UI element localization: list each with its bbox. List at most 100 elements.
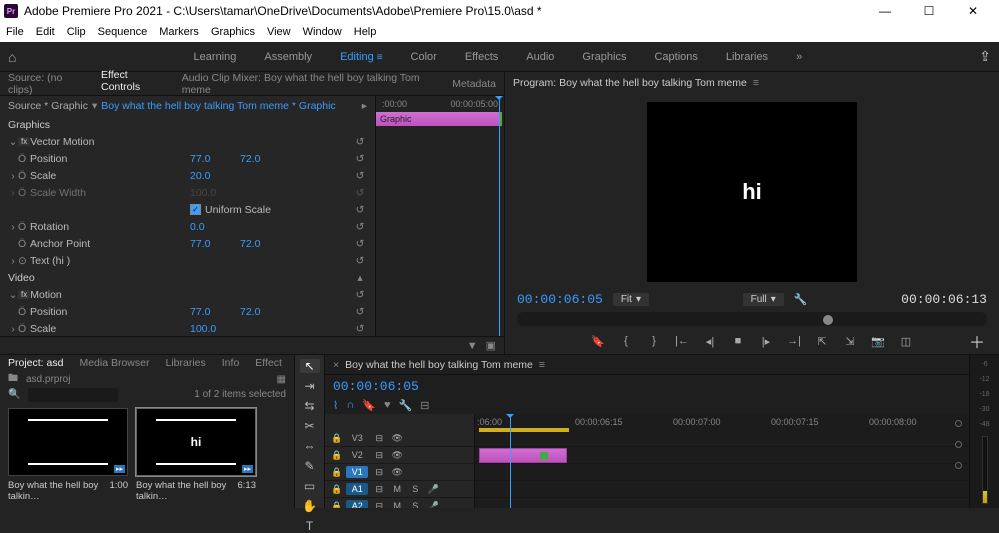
ws-editing[interactable]: Editing≡: [340, 51, 382, 63]
menu-markers[interactable]: Markers: [159, 26, 199, 38]
menu-edit[interactable]: Edit: [36, 26, 55, 38]
filter-icon[interactable]: ▼: [467, 340, 478, 352]
tab-audio-mixer[interactable]: Audio Clip Mixer: Boy what the hell boy …: [182, 72, 436, 96]
toggle-text[interactable]: ›: [8, 255, 18, 267]
target-v2[interactable]: ⊟: [372, 450, 386, 461]
toggle-vector-motion[interactable]: ⌄: [8, 136, 18, 148]
tab-source[interactable]: Source: (no clips): [8, 72, 85, 96]
menu-view[interactable]: View: [267, 26, 291, 38]
storyboard-icon[interactable]: ▦: [277, 374, 286, 385]
source-link[interactable]: Boy what the hell boy talking Tom meme *…: [101, 100, 335, 112]
scrubber-thumb[interactable]: [823, 315, 833, 325]
program-tab-menu[interactable]: ≡: [753, 77, 759, 89]
hand-tool[interactable]: ✋: [300, 499, 320, 513]
timeline-tracks[interactable]: :06:00 00:00:06:15 00:00:07:00 00:00:07:…: [475, 414, 969, 508]
track-a1[interactable]: A1: [346, 483, 368, 495]
export-icon[interactable]: ⇪: [979, 48, 991, 65]
reset-icon[interactable]: ↺: [353, 221, 367, 233]
step-fwd-icon[interactable]: |▸: [757, 335, 775, 348]
wrench-tl-icon[interactable]: 🔧: [399, 399, 413, 412]
tab-libraries[interactable]: Libraries: [165, 357, 205, 369]
lock-v1[interactable]: 🔒: [331, 467, 342, 478]
m-position-x[interactable]: 77.0: [190, 306, 240, 318]
maximize-button[interactable]: ☐: [907, 0, 951, 22]
button-editor-icon[interactable]: ＋: [969, 329, 985, 353]
voice-a2[interactable]: 🎤: [426, 501, 440, 509]
add-marker-icon[interactable]: 🔖: [589, 335, 607, 348]
position-y[interactable]: 72.0: [240, 153, 290, 165]
menu-help[interactable]: Help: [354, 26, 377, 38]
reset-icon[interactable]: ↺: [353, 238, 367, 250]
position-x[interactable]: 77.0: [190, 153, 240, 165]
menu-file[interactable]: File: [6, 26, 24, 38]
lift-icon[interactable]: ⇱: [813, 335, 831, 348]
slip-tool[interactable]: ⇔: [300, 439, 320, 453]
mark-in-icon[interactable]: {: [617, 335, 635, 347]
menu-clip[interactable]: Clip: [67, 26, 86, 38]
close-button[interactable]: ✕: [951, 0, 995, 22]
playhead-sync-icon[interactable]: ▸: [362, 100, 367, 112]
reset-icon[interactable]: ↺: [353, 170, 367, 182]
selection-tool[interactable]: ↖: [300, 359, 320, 373]
timeline-tab[interactable]: Boy what the hell boy talking Tom meme: [345, 359, 533, 371]
fit-select[interactable]: Fit ▾: [613, 293, 649, 306]
bin-icon[interactable]: 🖿: [8, 371, 18, 388]
eff-graphic-clip[interactable]: Graphic: [376, 112, 502, 126]
track-output-v[interactable]: [955, 420, 962, 427]
ws-assembly[interactable]: Assembly: [264, 51, 312, 63]
track-v3[interactable]: V3: [346, 432, 368, 444]
timeline-timecode[interactable]: 00:00:06:05: [333, 379, 419, 394]
menu-graphics[interactable]: Graphics: [211, 26, 255, 38]
minimize-button[interactable]: —: [863, 0, 907, 22]
search-input[interactable]: [28, 388, 118, 402]
track-select-tool[interactable]: ⇥: [300, 379, 320, 393]
anchor-x[interactable]: 77.0: [190, 238, 240, 250]
eff-playhead[interactable]: [499, 96, 500, 336]
track-v2[interactable]: V2: [346, 449, 368, 461]
ws-graphics[interactable]: Graphics: [582, 51, 626, 63]
tab-effects-panel[interactable]: Effect: [255, 357, 282, 369]
eye-v2[interactable]: 👁: [390, 450, 404, 461]
target-a1[interactable]: ⊟: [372, 484, 386, 495]
timeline-tab-menu[interactable]: ≡: [539, 359, 545, 371]
reset-icon[interactable]: ↺: [353, 323, 367, 335]
home-icon[interactable]: ⌂: [8, 49, 16, 65]
reset-icon[interactable]: ↺: [353, 306, 367, 318]
menu-window[interactable]: Window: [303, 26, 342, 38]
ws-color[interactable]: Color: [411, 51, 437, 63]
uniform-scale-checkbox[interactable]: ✓: [190, 204, 201, 215]
anchor-y[interactable]: 72.0: [240, 238, 290, 250]
comparison-icon[interactable]: ◫: [897, 335, 915, 348]
voice-a1[interactable]: 🎤: [426, 484, 440, 495]
tab-effect-controls[interactable]: Effect Controls: [101, 69, 166, 98]
fx-icon[interactable]: fx: [18, 137, 30, 146]
program-current-tc[interactable]: 00:00:06:05: [517, 292, 603, 307]
timeline-playhead[interactable]: [510, 414, 511, 508]
lock-a2[interactable]: 🔒: [331, 501, 342, 509]
program-scrubber[interactable]: [517, 312, 987, 327]
menu-sequence[interactable]: Sequence: [98, 26, 148, 38]
lock-v2[interactable]: 🔒: [331, 450, 342, 461]
ws-learning[interactable]: Learning: [194, 51, 237, 63]
lock-v3[interactable]: 🔒: [331, 433, 342, 444]
effcontrols-timeline[interactable]: :00:00 00:00:05:00 Graphic: [375, 96, 504, 336]
tab-project[interactable]: Project: asd: [8, 357, 63, 369]
m-position-y[interactable]: 72.0: [240, 306, 290, 318]
add-marker-tl-icon[interactable]: 🔖: [362, 399, 376, 412]
tab-metadata[interactable]: Metadata: [452, 78, 496, 90]
ws-effects[interactable]: Effects: [465, 51, 498, 63]
snap-icon[interactable]: ⌇: [333, 399, 338, 412]
tab-media-browser[interactable]: Media Browser: [79, 357, 149, 369]
m-scale-value[interactable]: 100.0: [190, 323, 240, 335]
mark-out-icon[interactable]: }: [645, 335, 663, 347]
project-item-1[interactable]: hi▸▸ Boy what the hell boy talkin…6:13: [136, 408, 256, 502]
lock-a1[interactable]: 🔒: [331, 484, 342, 495]
target-a2[interactable]: ⊟: [372, 501, 386, 509]
step-back-icon[interactable]: ◂|: [701, 335, 719, 348]
solo-a1[interactable]: S: [408, 484, 422, 494]
extract-icon[interactable]: ⇲: [841, 335, 859, 348]
ripple-tool[interactable]: ⇆: [300, 399, 320, 413]
ws-libraries[interactable]: Libraries: [726, 51, 768, 63]
program-tab[interactable]: Program: Boy what the hell boy talking T…: [513, 77, 747, 89]
full-select[interactable]: Full ▾: [743, 293, 784, 306]
